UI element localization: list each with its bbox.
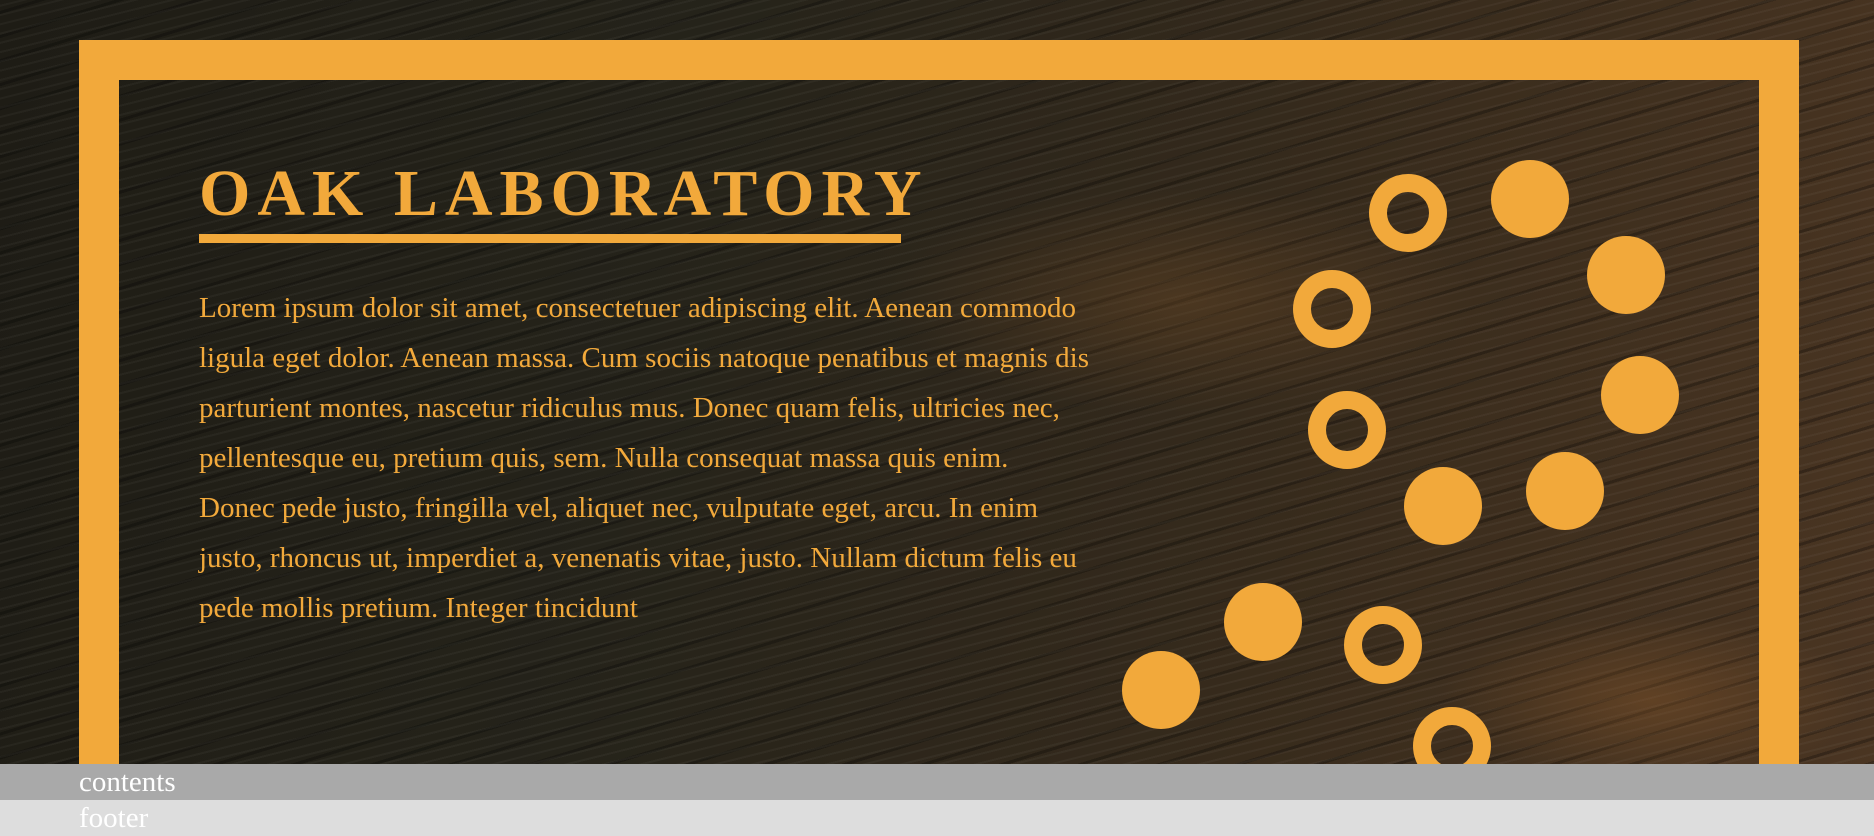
footer-label: footer bbox=[79, 802, 149, 834]
ring-dot bbox=[1308, 391, 1386, 469]
filled-dot bbox=[1491, 160, 1569, 238]
filled-dot bbox=[1601, 356, 1679, 434]
filled-dot bbox=[1404, 467, 1482, 545]
contents-label: contents bbox=[79, 766, 176, 798]
filled-dot bbox=[1122, 651, 1200, 729]
ring-dot bbox=[1293, 270, 1371, 348]
footer-bar: footer bbox=[0, 800, 1874, 836]
hero-section: OAK LABORATORY Lorem ipsum dolor sit ame… bbox=[0, 0, 1874, 764]
ring-dot bbox=[1413, 707, 1491, 764]
filled-dot bbox=[1526, 452, 1604, 530]
ring-dot bbox=[1344, 606, 1422, 684]
contents-bar: contents bbox=[0, 764, 1874, 800]
filled-dot bbox=[1224, 583, 1302, 661]
filled-dot bbox=[1587, 236, 1665, 314]
ring-dot bbox=[1369, 174, 1447, 252]
circle-dots-decoration bbox=[1122, 160, 1679, 764]
